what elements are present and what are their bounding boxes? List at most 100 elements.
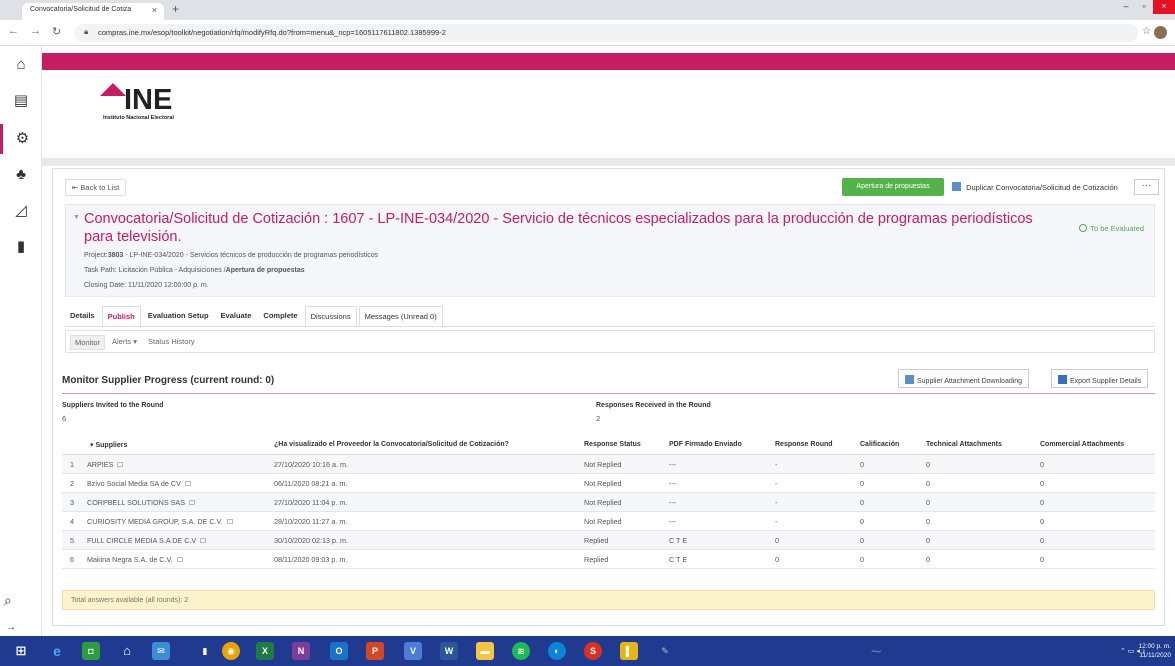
subnav-alerts[interactable]: Alerts ▾	[108, 335, 141, 348]
documents-icon[interactable]: ▮	[0, 232, 42, 262]
tab-details[interactable]: Details	[65, 306, 100, 326]
profile-avatar[interactable]	[1154, 26, 1167, 39]
reload-icon[interactable]: ↻	[52, 25, 61, 38]
tab-complete[interactable]: Complete	[258, 306, 302, 326]
pdf-signed: ---	[669, 517, 677, 526]
store-icon[interactable]: ◘	[82, 642, 100, 660]
chrome-icon[interactable]: ◉	[222, 642, 240, 660]
signature-watermark: ~	[870, 642, 883, 660]
more-options-button[interactable]: ···	[1134, 179, 1159, 195]
external-link-icon[interactable]	[200, 538, 207, 543]
tab-messages[interactable]: Messages (Unread 0)	[358, 306, 443, 326]
folder-icon[interactable]: ▬	[476, 642, 494, 660]
supplier-name[interactable]: CURIOSITY MEDIA GROUP, S.A. DE C.V.	[87, 517, 233, 526]
clock[interactable]: 12:00 p. m. 11/11/2020	[1138, 642, 1171, 660]
supplier-name[interactable]: CORPBELL SOLUTIONS SAS	[87, 498, 195, 507]
apertura-button[interactable]: Apertura de propuestas	[842, 178, 944, 196]
new-tab-icon[interactable]: +	[172, 2, 179, 16]
back-to-list-button[interactable]: ⇤ Back to List	[65, 179, 127, 196]
ine-logo: INE Instituto Nacional Electoral	[100, 83, 174, 121]
pdf-signed[interactable]: C T E	[669, 555, 687, 564]
supplier-name-text: ARPIES	[87, 460, 114, 469]
edge-browser-icon[interactable]: ◐	[548, 642, 566, 660]
mail-icon[interactable]: ✉	[152, 642, 170, 660]
collapse-caret-icon[interactable]: ▼	[73, 214, 80, 221]
analytics-icon[interactable]: ◿	[0, 196, 42, 226]
clock-icon	[1079, 224, 1088, 232]
windows-start-icon[interactable]: ⊞	[12, 642, 30, 660]
powerpoint-icon[interactable]: P	[366, 642, 384, 660]
close-window-icon[interactable]: ×	[1153, 0, 1175, 14]
external-link-icon[interactable]	[184, 481, 191, 486]
minimize-icon[interactable]: –	[1117, 0, 1135, 14]
tab-discussions[interactable]: Discussions	[304, 306, 357, 326]
task-path-current: Apertura de propuestas	[225, 267, 305, 274]
supplier-name[interactable]: FULL CIRCLE MEDIA S.A DE C.V	[87, 536, 207, 545]
sourcing-icon[interactable]: ⚙	[0, 124, 42, 154]
external-link-icon[interactable]	[176, 557, 183, 562]
duplicate-button[interactable]: Duplicar Convocatoria/Solicitud de Cotiz…	[952, 182, 1118, 192]
attachment-download-button[interactable]: Supplier Attachment Downloading	[898, 369, 1030, 388]
task-path-label: Task Path: Licitación Pública - Adquisic…	[84, 267, 226, 274]
calificacion: 0	[860, 517, 864, 526]
excel-icon[interactable]: X	[256, 642, 274, 660]
column-header-suppliers[interactable]: ▾ Suppliers	[90, 441, 127, 449]
supplier-name[interactable]: Bzivo Social Media SA de CV	[87, 479, 191, 488]
pdf-signed: ---	[669, 498, 677, 507]
url-input[interactable]: 🔒︎ compras.ine.mx/esop/toolkit/negotiati…	[74, 24, 1138, 42]
row-number: 3	[70, 498, 74, 507]
subnav-status-history[interactable]: Status History	[144, 335, 199, 348]
dashboard-icon[interactable]: ▤	[0, 86, 42, 116]
external-link-icon[interactable]	[189, 500, 195, 505]
export-button[interactable]: Export Supplier Details	[1051, 369, 1149, 388]
response-status: Not Replied	[584, 479, 622, 488]
table-row: 5 FULL CIRCLE MEDIA S.A DE C.V 30/10/202…	[62, 531, 1155, 550]
clock-time: 12:00 p. m.	[1138, 643, 1171, 650]
row-number: 4	[70, 517, 74, 526]
skype-icon[interactable]: S	[584, 642, 602, 660]
paint-icon[interactable]: ✎	[656, 642, 674, 660]
row-number: 6	[70, 555, 74, 564]
edge-icon[interactable]: e	[48, 642, 66, 660]
tab-publish[interactable]: Publish	[101, 306, 141, 326]
section-title: Monitor Supplier Progress (current round…	[62, 375, 275, 386]
bookmark-star-icon[interactable]: ☆	[1142, 26, 1151, 37]
row-number: 1	[70, 460, 74, 469]
invited-value: 6	[62, 414, 67, 423]
outlook-icon[interactable]: O	[330, 642, 348, 660]
spotify-icon[interactable]: ≋	[512, 642, 530, 660]
commercial-attachments: 0	[1040, 498, 1044, 507]
supplier-name[interactable]: ARPIES	[87, 460, 124, 469]
forward-arrow-icon[interactable]: →	[30, 25, 41, 37]
back-arrow-icon[interactable]: ←	[8, 25, 19, 37]
file-app-icon[interactable]: ▮	[196, 642, 214, 660]
browser-tab[interactable]: Convocatoria/Solicitud de Cotiza ×	[22, 3, 164, 20]
search-icon[interactable]: ⌕	[4, 592, 12, 609]
commercial-attachments: 0	[1040, 460, 1044, 469]
technical-attachments: 0	[926, 460, 930, 469]
home-icon[interactable]: ⌂	[0, 50, 42, 80]
table-row: 4 CURIOSITY MEDIA GROUP, S.A. DE C.V. 28…	[62, 512, 1155, 531]
word-icon[interactable]: W	[440, 642, 458, 660]
home-app-icon[interactable]: ⌂	[118, 642, 136, 660]
tab-evaluate[interactable]: Evaluate	[216, 306, 257, 326]
close-tab-icon[interactable]: ×	[152, 5, 157, 15]
external-link-icon[interactable]	[117, 462, 124, 467]
status-text: To be Evaluated	[1090, 224, 1144, 233]
response-status: Not Replied	[584, 460, 622, 469]
visio-icon[interactable]: V	[404, 642, 422, 660]
tab-evaluation-setup[interactable]: Evaluation Setup	[143, 306, 214, 326]
supplier-name[interactable]: Makina Negra S.A. de C.V.	[87, 555, 183, 564]
files-icon[interactable]: ▌	[620, 642, 638, 660]
onenote-icon[interactable]: N	[292, 642, 310, 660]
expand-arrow-icon[interactable]: →	[6, 622, 16, 633]
external-link-icon[interactable]	[226, 519, 233, 524]
response-round: -	[775, 460, 778, 469]
brand-bar	[42, 53, 1175, 70]
pdf-signed[interactable]: C T E	[669, 536, 687, 545]
taskbar: ⊞ e ◘ ⌂ ✉ ▮ ◉ X N O P V W ▬ ≋ ◐ S ▌ ✎ ~ …	[0, 636, 1175, 666]
response-round: -	[775, 498, 778, 507]
maximize-icon[interactable]: ▫	[1135, 0, 1153, 14]
subnav-monitor[interactable]: Monitor	[70, 335, 106, 350]
suppliers-icon[interactable]: ♣	[0, 160, 42, 190]
